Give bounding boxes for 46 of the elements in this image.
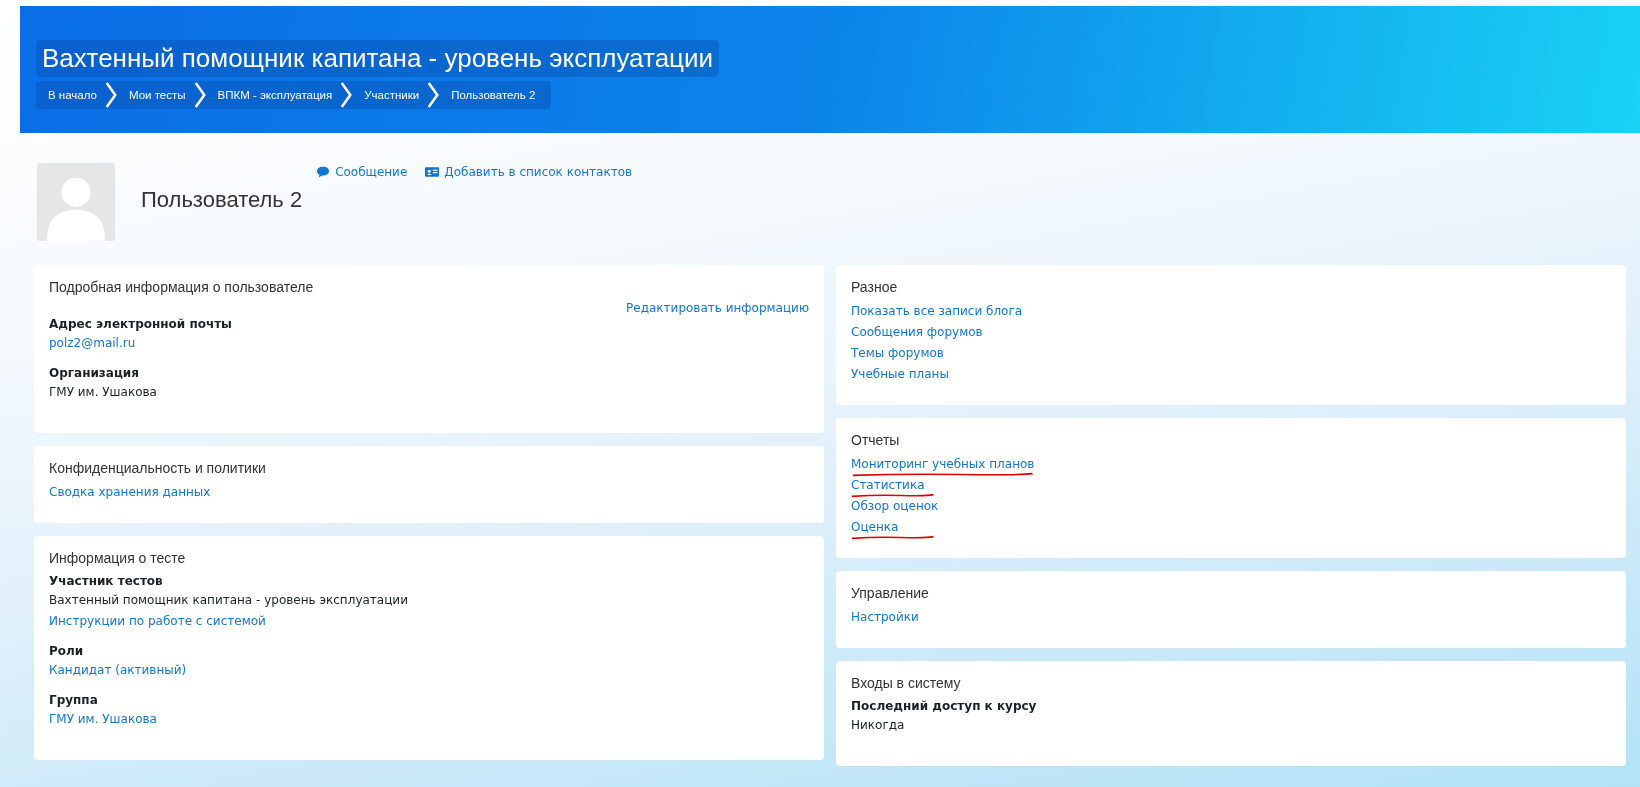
card-title: Управление — [851, 585, 929, 601]
card-title: Входы в систему — [851, 675, 961, 691]
edit-info-link[interactable]: Редактировать информацию — [626, 301, 809, 315]
card-link[interactable]: Статистика — [851, 475, 925, 496]
profile-action-link[interactable]: Добавить в список контактов — [425, 165, 633, 179]
field-label: Адрес электронной почты — [49, 316, 232, 333]
card-title: Информация о тесте — [49, 550, 186, 566]
chevron-icon — [193, 81, 206, 109]
card-link[interactable]: Обзор оценок — [851, 496, 939, 517]
breadcrumb-link[interactable]: Пользователь 2 — [439, 89, 544, 101]
chevron-icon — [105, 81, 117, 109]
field-label: Группа — [49, 692, 98, 709]
card-link[interactable]: Показать все записи блога — [851, 301, 1023, 322]
field-link[interactable]: Кандидат (активный) — [49, 660, 187, 681]
field-value: Вахтенный помощник капитана - уровень эксплуатации — [49, 592, 408, 609]
breadcrumb-link[interactable]: В начало — [36, 89, 105, 101]
field-link[interactable]: ГМУ им. Ушакова — [49, 709, 157, 730]
chevron-icon — [427, 81, 440, 109]
card-title: Конфиденциальность и политики — [49, 460, 266, 476]
field-label: Последний доступ к курсу — [851, 698, 1037, 715]
breadcrumb-link[interactable]: Мои тесты — [117, 89, 194, 101]
card-title: Отчеты — [851, 432, 900, 448]
field-link[interactable]: polz2@mail.ru — [49, 333, 136, 354]
profile-action-link[interactable]: Сообщение — [316, 165, 408, 179]
breadcrumb-link[interactable]: Участники — [352, 89, 428, 101]
card-link[interactable]: Сводка хранения данных — [49, 482, 211, 503]
speech-bubble-icon — [316, 166, 331, 178]
field-value: Никогда — [851, 717, 905, 734]
card-title: Подробная информация о пользователе — [49, 279, 314, 295]
field-label: Участник тестов — [49, 573, 163, 590]
course-title: Вахтенный помощник капитана - уровень эксплуатации — [36, 40, 720, 77]
breadcrumb-link[interactable]: ВПКМ - эксплуатация — [205, 89, 341, 101]
field-label: Организация — [49, 365, 139, 382]
card-link[interactable]: Мониторинг учебных планов — [851, 454, 1035, 475]
card-link[interactable]: Сообщения форумов — [851, 322, 983, 343]
field-link[interactable]: Инструкции по работе с системой — [49, 611, 266, 632]
field-value: ГМУ им. Ушакова — [49, 384, 157, 401]
card-link[interactable]: Темы форумов — [851, 343, 944, 364]
user-name: Пользователь 2 — [141, 187, 303, 213]
chevron-icon — [340, 81, 353, 109]
contact-card-icon — [425, 166, 440, 178]
card-link[interactable]: Оценка — [851, 517, 899, 538]
field-label: Роли — [49, 643, 84, 660]
card-title: Разное — [851, 279, 898, 295]
card-link[interactable]: Настройки — [851, 607, 919, 628]
card-link[interactable]: Учебные планы — [851, 364, 949, 385]
